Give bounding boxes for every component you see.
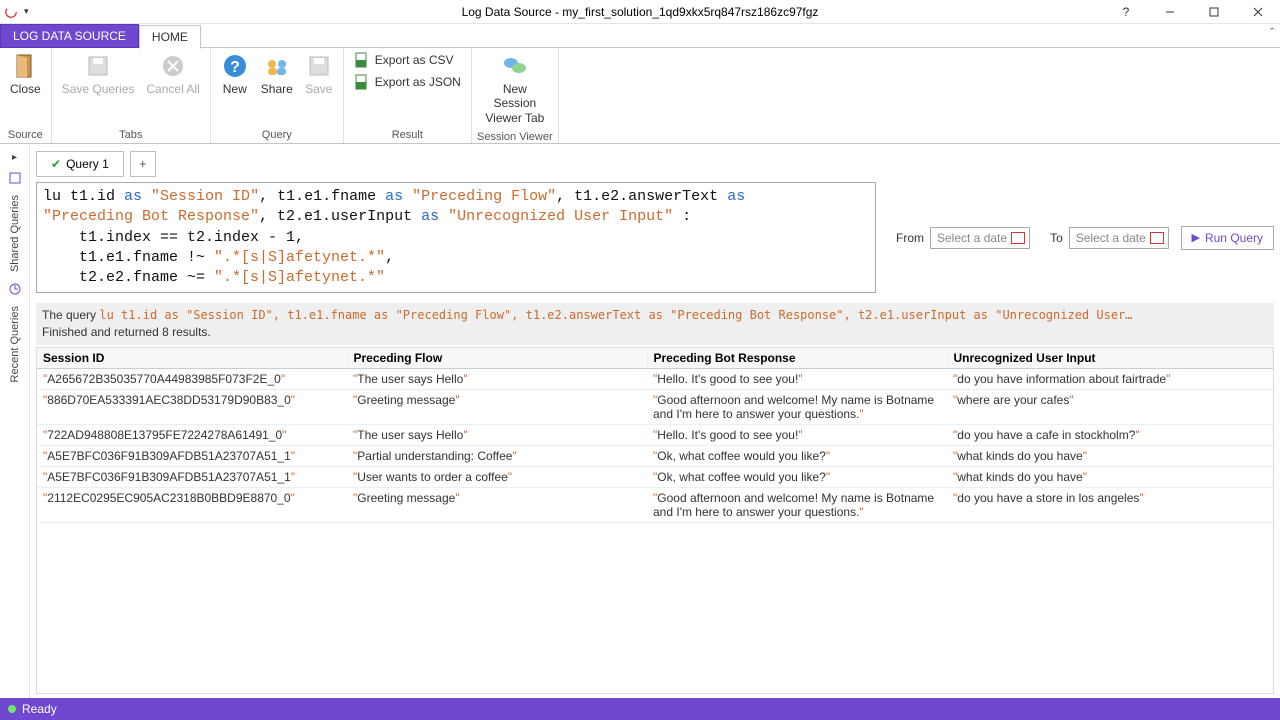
cancel-all-label: Cancel All bbox=[146, 82, 199, 96]
ribbon-collapse-icon[interactable]: ˆ bbox=[1270, 27, 1274, 39]
tab-log-data-source[interactable]: LOG DATA SOURCE bbox=[0, 24, 139, 48]
group-result-label: Result bbox=[348, 127, 467, 143]
save-query-button[interactable]: Save bbox=[299, 48, 339, 100]
status-text: Ready bbox=[22, 702, 57, 716]
minimize-button[interactable] bbox=[1148, 0, 1192, 24]
col-preceding-bot-response[interactable]: Preceding Bot Response bbox=[647, 348, 947, 369]
add-query-tab-button[interactable]: + bbox=[130, 151, 156, 177]
new-query-label: New bbox=[223, 82, 247, 96]
recent-queries-tab[interactable]: Recent Queries bbox=[7, 300, 23, 388]
table-row[interactable]: 2112EC0295EC905AC2318B0BBD9E8870_0Greeti… bbox=[37, 487, 1273, 522]
share-button[interactable]: Share bbox=[255, 48, 299, 100]
svg-text:?: ? bbox=[230, 59, 240, 76]
export-csv-icon bbox=[354, 52, 370, 68]
share-label: Share bbox=[261, 82, 293, 96]
query-tab-1-label: Query 1 bbox=[66, 157, 109, 171]
export-csv-label: Export as CSV bbox=[375, 53, 454, 67]
maximize-button[interactable] bbox=[1192, 0, 1236, 24]
new-session-viewer-label: New Session Viewer Tab bbox=[482, 82, 548, 125]
play-icon: ▶ bbox=[1192, 231, 1200, 244]
from-label: From bbox=[896, 231, 924, 245]
left-rail: ▸ Shared Queries Recent Queries bbox=[0, 144, 30, 698]
col-unrecognized-input[interactable]: Unrecognized User Input bbox=[947, 348, 1273, 369]
close-window-button[interactable] bbox=[1236, 0, 1280, 24]
save-query-label: Save bbox=[305, 82, 332, 96]
to-date-input[interactable]: Select a date bbox=[1069, 227, 1169, 249]
run-query-button[interactable]: ▶ Run Query bbox=[1181, 226, 1275, 250]
expand-rail-icon[interactable]: ▸ bbox=[12, 148, 17, 167]
tab-home[interactable]: HOME bbox=[139, 25, 201, 49]
help-button[interactable]: ? bbox=[1104, 0, 1148, 24]
status-dot-icon bbox=[8, 705, 16, 713]
group-session-label: Session Viewer bbox=[476, 129, 554, 145]
query-editor[interactable]: lu t1.id as "Session ID", t1.e1.fname as… bbox=[36, 182, 876, 293]
export-json-label: Export as JSON bbox=[375, 75, 461, 89]
status-bar: Ready bbox=[0, 698, 1280, 720]
door-icon bbox=[11, 52, 39, 80]
ribbon-tab-strip: LOG DATA SOURCE HOME ˆ bbox=[0, 24, 1280, 48]
cancel-icon bbox=[159, 52, 187, 80]
new-query-icon: ? bbox=[221, 52, 249, 80]
qat-customize-icon[interactable]: ▾ bbox=[24, 6, 29, 17]
query-tabs: ✔ Query 1 + bbox=[36, 144, 1274, 178]
new-query-button[interactable]: ? New bbox=[215, 48, 255, 100]
save-queries-label: Save Queries bbox=[62, 82, 135, 96]
cancel-all-button[interactable]: Cancel All bbox=[140, 48, 205, 100]
export-json-icon bbox=[354, 74, 370, 90]
message-bar: The query lu t1.id as "Session ID", t1.e… bbox=[36, 303, 1274, 345]
save-queries-button[interactable]: Save Queries bbox=[56, 48, 141, 100]
table-row[interactable]: 722AD948808E13795FE7224278A61491_0The us… bbox=[37, 424, 1273, 445]
col-preceding-flow[interactable]: Preceding Flow bbox=[347, 348, 647, 369]
shared-queries-icon bbox=[8, 171, 22, 185]
results-grid[interactable]: Session ID Preceding Flow Preceding Bot … bbox=[36, 347, 1274, 694]
table-row[interactable]: A5E7BFC036F91B309AFDB51A23707A51_1Partia… bbox=[37, 445, 1273, 466]
group-query-label: Query bbox=[215, 127, 339, 143]
table-row[interactable]: 886D70EA533391AEC38DD53179D90B83_0Greeti… bbox=[37, 389, 1273, 424]
calendar-icon bbox=[1150, 232, 1164, 244]
table-row[interactable]: A265672B35035770A44983985F073F2E_0The us… bbox=[37, 368, 1273, 389]
ribbon: Close Source Save Queries Cancel All Tab… bbox=[0, 48, 1280, 144]
result-summary: Finished and returned 8 results. bbox=[42, 324, 1268, 341]
new-session-viewer-button[interactable]: New Session Viewer Tab bbox=[476, 48, 554, 129]
col-session-id[interactable]: Session ID bbox=[37, 348, 347, 369]
shared-queries-tab[interactable]: Shared Queries bbox=[7, 189, 23, 278]
group-tabs-label: Tabs bbox=[56, 127, 206, 143]
share-icon bbox=[263, 52, 291, 80]
app-icon bbox=[4, 5, 18, 19]
table-row[interactable]: A5E7BFC036F91B309AFDB51A23707A51_1User w… bbox=[37, 466, 1273, 487]
calendar-icon bbox=[1011, 232, 1025, 244]
export-json-button[interactable]: Export as JSON bbox=[354, 74, 461, 90]
run-query-label: Run Query bbox=[1205, 231, 1263, 245]
title-bar: ▾ Log Data Source - my_first_solution_1q… bbox=[0, 0, 1280, 24]
recent-queries-icon bbox=[8, 282, 22, 296]
window-title: Log Data Source - my_first_solution_1qd9… bbox=[0, 5, 1280, 19]
floppy-icon bbox=[305, 52, 333, 80]
from-date-input[interactable]: Select a date bbox=[930, 227, 1030, 249]
check-icon: ✔ bbox=[51, 157, 61, 171]
close-label: Close bbox=[10, 82, 41, 96]
query-tab-1[interactable]: ✔ Query 1 bbox=[36, 151, 124, 177]
close-button[interactable]: Close bbox=[4, 48, 47, 100]
floppy-icon bbox=[84, 52, 112, 80]
to-label: To bbox=[1050, 231, 1063, 245]
group-source-label: Source bbox=[4, 127, 47, 143]
echoed-query: lu t1.id as "Session ID", t1.e1.fname as… bbox=[99, 307, 1268, 324]
session-viewer-icon bbox=[501, 52, 529, 80]
export-csv-button[interactable]: Export as CSV bbox=[354, 52, 461, 68]
